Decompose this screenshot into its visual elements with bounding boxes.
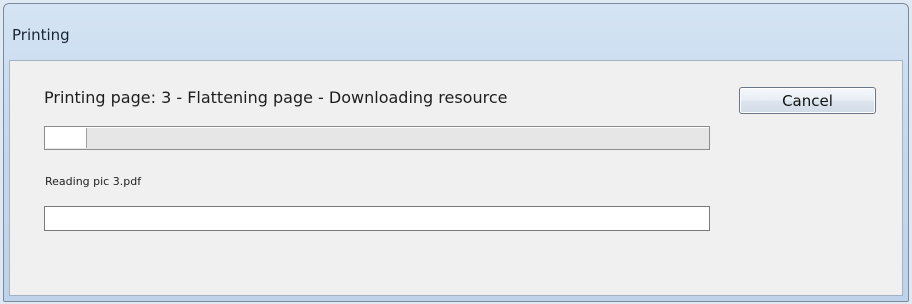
printing-dialog: Printing Printing page: 3 - Flattening p… <box>3 3 909 302</box>
print-status-text: Printing page: 3 - Flattening page - Dow… <box>44 88 508 107</box>
page-progress-fill <box>46 128 87 148</box>
dialog-body: Printing page: 3 - Flattening page - Dow… <box>9 60 903 296</box>
page-progress-bar <box>44 126 710 150</box>
resource-status-text: Reading pic 3.pdf <box>45 175 142 188</box>
window-title: Printing <box>12 26 70 44</box>
cancel-button[interactable]: Cancel <box>739 87 876 114</box>
title-bar[interactable]: Printing <box>4 4 908 56</box>
file-progress-bar <box>44 206 710 231</box>
